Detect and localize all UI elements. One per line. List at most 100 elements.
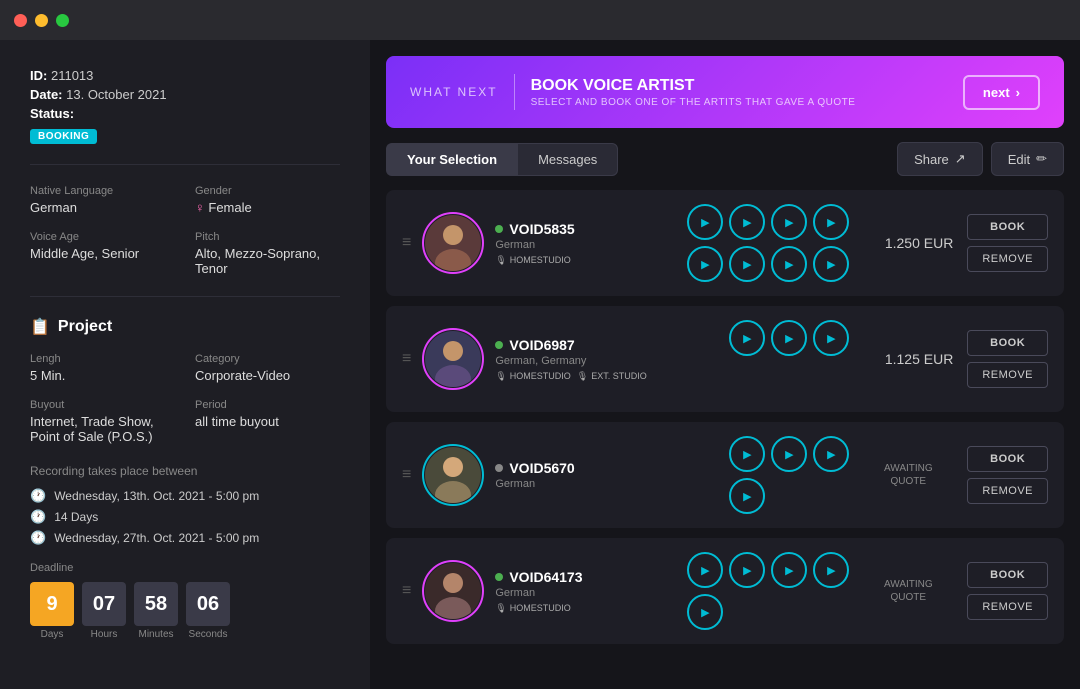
project-icon: 📋 — [30, 317, 50, 337]
countdown: 9 Days 07 Hours 58 Minutes 06 Seconds — [30, 582, 340, 640]
play-btn-1-2[interactable]: ▶ — [813, 320, 849, 356]
play-btn-3-4[interactable]: ▶ — [687, 594, 723, 630]
artist-info-3: VOID64173 German 🎙 HOMESTUDIO — [495, 569, 673, 614]
length-label: Lengh — [30, 353, 175, 365]
play-btn-3-3[interactable]: ▶ — [813, 552, 849, 588]
drag-handle-3[interactable]: ≡ — [402, 582, 411, 600]
card-actions-3: BOOK REMOVE — [967, 562, 1048, 620]
play-btn-3-0[interactable]: ▶ — [687, 552, 723, 588]
id-value: 211013 — [51, 68, 93, 83]
mic-icon-3: 🎙 — [495, 603, 506, 614]
avatar-wrap-2 — [425, 447, 481, 503]
length-value: 5 Min. — [30, 368, 175, 383]
remove-button-2[interactable]: REMOVE — [967, 478, 1048, 504]
calendar-icon: 🕐 — [30, 509, 46, 525]
recording-end: Wednesday, 27th. Oct. 2021 - 5:00 pm — [54, 531, 259, 545]
tab-messages[interactable]: Messages — [517, 143, 618, 176]
countdown-minutes: 58 — [134, 582, 178, 626]
play-btn-0-0[interactable]: ▶ — [687, 204, 723, 240]
share-icon: ↗ — [955, 151, 966, 167]
play-btn-2-3[interactable]: ▶ — [729, 478, 765, 514]
avatar-wrap-3 — [425, 563, 481, 619]
play-btn-0-4[interactable]: ▶ — [687, 246, 723, 282]
play-grid-1: ▶ ▶ ▶ — [729, 320, 849, 398]
buyout-value: Internet, Trade Show, Point of Sale (P.O… — [30, 414, 175, 444]
play-btn-2-2[interactable]: ▶ — [813, 436, 849, 472]
gender-text: Female — [208, 200, 251, 215]
price-area-2: AWAITINGQUOTE — [863, 462, 953, 488]
play-btn-0-1[interactable]: ▶ — [729, 204, 765, 240]
what-next-label: WHAT NEXT — [410, 85, 498, 99]
book-button-3[interactable]: BOOK — [967, 562, 1048, 588]
book-button-0[interactable]: BOOK — [967, 214, 1048, 240]
play-btn-2-0[interactable]: ▶ — [729, 436, 765, 472]
play-btn-0-7[interactable]: ▶ — [813, 246, 849, 282]
artist-list: ≡ VOID5835 German — [370, 190, 1080, 670]
artist-lang-2: German — [495, 478, 715, 490]
play-grid-0: ▶ ▶ ▶ ▶ ▶ ▶ ▶ ▶ — [687, 204, 849, 282]
countdown-hours: 07 — [82, 582, 126, 626]
awaiting-quote-2: AWAITINGQUOTE — [863, 462, 953, 488]
remove-button-1[interactable]: REMOVE — [967, 362, 1048, 388]
close-button[interactable] — [14, 14, 27, 27]
card-actions-1: BOOK REMOVE — [967, 330, 1048, 388]
book-button-2[interactable]: BOOK — [967, 446, 1048, 472]
share-button[interactable]: Share ↗ — [897, 142, 983, 176]
category-label: Category — [195, 353, 340, 365]
remove-button-0[interactable]: REMOVE — [967, 246, 1048, 272]
play-btn-1-0[interactable]: ▶ — [729, 320, 765, 356]
artist-info-1: VOID6987 German, Germany 🎙 HOMESTUDIO 🎙 … — [495, 337, 715, 382]
play-btn-0-2[interactable]: ▶ — [771, 204, 807, 240]
drag-handle-1[interactable]: ≡ — [402, 350, 411, 368]
price-area-0: 1.250 EUR — [863, 235, 953, 251]
artist-tag-homestudio-0: 🎙 HOMESTUDIO — [495, 255, 570, 266]
play-btn-2-1[interactable]: ▶ — [771, 436, 807, 472]
avatar-ring-0 — [422, 212, 484, 274]
next-label: next — [983, 85, 1010, 100]
countdown-days: 9 — [30, 582, 74, 626]
play-btn-1-1[interactable]: ▶ — [771, 320, 807, 356]
gender-value: ♀ Female — [195, 200, 340, 215]
status-dot-2 — [495, 464, 503, 472]
seconds-label: Seconds — [189, 629, 228, 640]
project-label: Project — [58, 318, 112, 336]
banner-title: BOOK VOICE ARTIST — [531, 77, 856, 95]
play-grid-2: ▶ ▶ ▶ ▶ — [729, 436, 849, 514]
minutes-label: Minutes — [138, 629, 173, 640]
recording-label: Recording takes place between — [30, 464, 340, 478]
maximize-button[interactable] — [56, 14, 69, 27]
category-value: Corporate-Video — [195, 368, 340, 383]
id-label: ID: — [30, 68, 47, 83]
mic-icon-1: 🎙 — [495, 371, 506, 382]
banner: WHAT NEXT BOOK VOICE ARTIST SELECT AND B… — [386, 56, 1064, 128]
titlebar — [0, 0, 1080, 40]
date-value: 13. October 2021 — [66, 87, 166, 102]
play-btn-0-6[interactable]: ▶ — [771, 246, 807, 282]
play-btn-0-5[interactable]: ▶ — [729, 246, 765, 282]
price-area-3: AWAITINGQUOTE — [863, 578, 953, 604]
card-actions-2: BOOK REMOVE — [967, 446, 1048, 504]
book-button-1[interactable]: BOOK — [967, 330, 1048, 356]
artist-id-3: VOID64173 — [509, 569, 582, 585]
play-btn-3-1[interactable]: ▶ — [729, 552, 765, 588]
play-btn-3-2[interactable]: ▶ — [771, 552, 807, 588]
play-btn-0-3[interactable]: ▶ — [813, 204, 849, 240]
price-1: 1.125 EUR — [863, 351, 953, 367]
native-language-value: German — [30, 200, 175, 215]
date-label: Date: — [30, 87, 63, 102]
drag-handle-2[interactable]: ≡ — [402, 466, 411, 484]
artist-info-2: VOID5670 German — [495, 460, 715, 490]
period-value: all time buyout — [195, 414, 340, 429]
status-label: Status: — [30, 106, 74, 121]
mic-icon-1b: 🎙 — [577, 371, 588, 382]
voice-age-label: Voice Age — [30, 231, 175, 243]
next-button[interactable]: next › — [963, 75, 1040, 110]
tabs-bar: Your Selection Messages Share ↗ Edit ✏ — [370, 128, 1080, 190]
drag-handle-0[interactable]: ≡ — [402, 234, 411, 252]
artist-lang-3: German — [495, 587, 673, 599]
tab-your-selection[interactable]: Your Selection — [386, 143, 517, 176]
minimize-button[interactable] — [35, 14, 48, 27]
artist-card-1: ≡ VOID6987 German, Germany — [386, 306, 1064, 412]
edit-button[interactable]: Edit ✏ — [991, 142, 1064, 176]
remove-button-3[interactable]: REMOVE — [967, 594, 1048, 620]
